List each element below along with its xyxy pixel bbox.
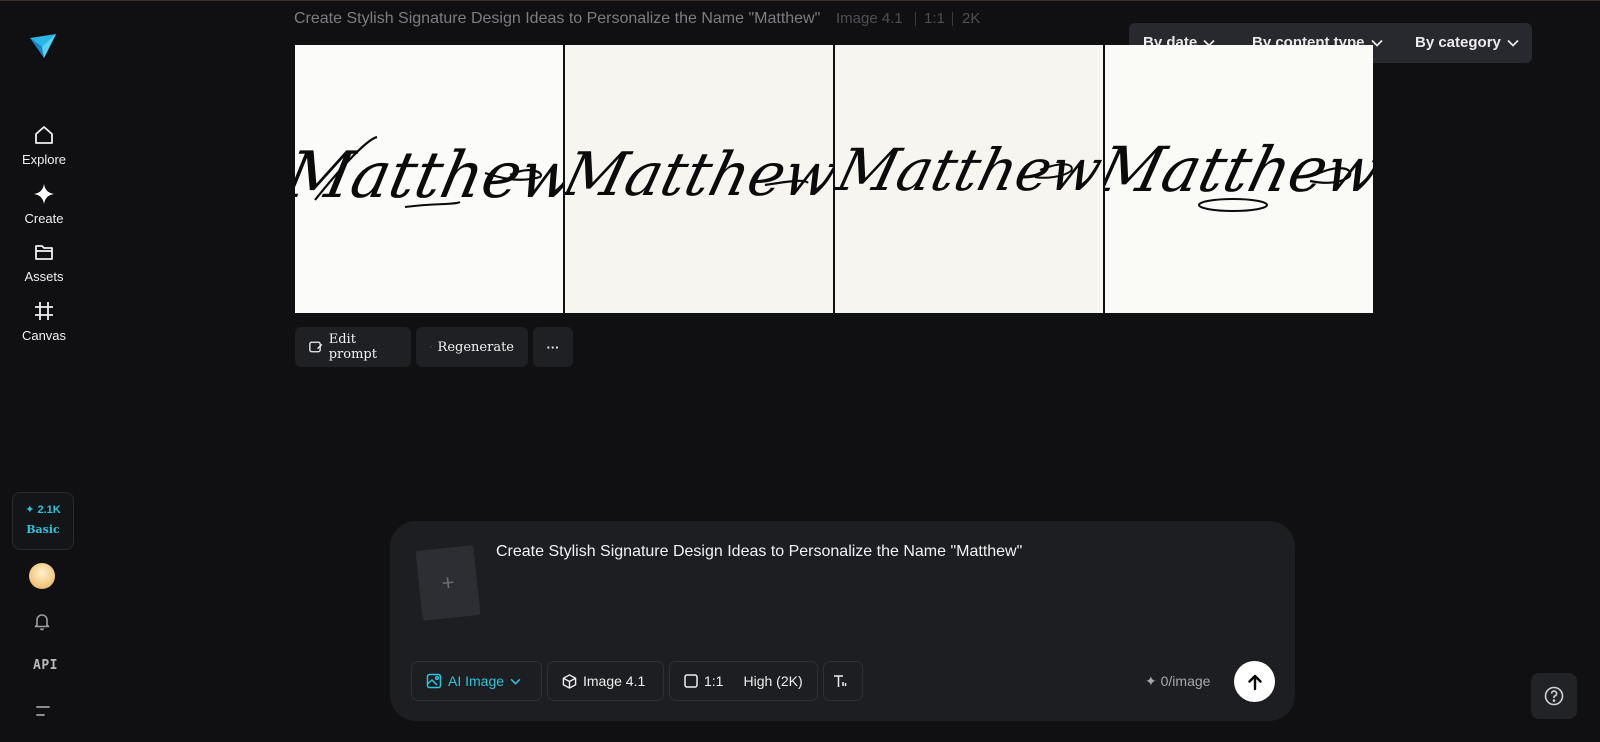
app-logo[interactable] — [28, 30, 58, 60]
frame-icon — [35, 302, 53, 320]
sidebar-item-label: Explore — [21, 152, 67, 167]
generated-image-grid: Matthew Matthew Matthew Matthew — [295, 45, 1373, 314]
meta-divider — [952, 12, 953, 26]
sidebar-item-canvas[interactable]: Canvas — [12, 300, 76, 345]
sidebar-item-label: Canvas — [21, 328, 67, 343]
more-options-button[interactable]: ··· — [533, 327, 573, 367]
credits-badge[interactable]: ✦ 2.1K Basic — [12, 492, 74, 550]
text-style-button[interactable] — [823, 661, 863, 701]
model-label: Image 4.1 — [836, 10, 903, 27]
window-top-border — [0, 0, 1600, 1]
quality-label: High (2K) — [743, 673, 803, 689]
arrow-up-icon — [1247, 674, 1262, 690]
image-icon — [426, 673, 442, 689]
generated-image[interactable]: Matthew — [835, 45, 1103, 313]
api-link[interactable]: API — [33, 658, 58, 673]
mode-label: AI Image — [448, 673, 505, 689]
more-icon: ··· — [546, 339, 560, 355]
sidebar-item-explore[interactable]: Explore — [12, 124, 76, 169]
avatar[interactable] — [29, 563, 55, 589]
edit-icon — [309, 341, 323, 353]
filter-by-category[interactable]: By category — [1415, 34, 1519, 51]
model-selector[interactable]: Image 4.1 — [547, 661, 664, 701]
menu-icon[interactable] — [35, 704, 51, 723]
cost-per-image: ✦ 0/image — [1145, 673, 1211, 689]
generated-image[interactable]: Matthew — [1105, 45, 1373, 313]
credits-amount: ✦ 2.1K — [25, 504, 61, 516]
home-icon — [35, 126, 53, 144]
help-button[interactable] — [1531, 673, 1577, 719]
signature-text: Matthew — [565, 140, 833, 210]
model-label: Image 4.1 — [583, 673, 646, 689]
generated-image[interactable]: Matthew — [565, 45, 833, 313]
mode-selector[interactable]: AI Image — [411, 661, 542, 701]
signature-artwork: Matthew — [565, 140, 833, 210]
send-button[interactable] — [1234, 661, 1275, 702]
signature-artwork: Matthew — [1105, 134, 1373, 212]
ratio-label: 1:1 — [704, 673, 724, 689]
plus-icon: + — [440, 569, 456, 596]
signature-artwork: Matthew — [835, 136, 1103, 204]
sidebar-item-assets[interactable]: Assets — [12, 241, 76, 286]
sidebar: Explore Create Assets Canvas ✦ 2.1K Basi… — [0, 0, 86, 742]
generation-prompt-title: Create Stylish Signature Design Ideas to… — [294, 10, 821, 27]
help-icon — [1544, 686, 1564, 706]
regenerate-label: Regenerate — [437, 339, 514, 355]
bell-icon[interactable] — [32, 611, 52, 636]
ratio-label: 1:1 — [924, 10, 945, 27]
signature-artwork: Matthew — [295, 135, 563, 213]
cube-icon — [562, 673, 577, 689]
resolution-label: 2K — [962, 10, 981, 27]
prompt-input[interactable]: Create Stylish Signature Design Ideas to… — [496, 543, 1022, 561]
plan-label: Basic — [26, 523, 60, 536]
regenerate-button[interactable]: Regenerate — [416, 327, 528, 367]
chevron-down-icon — [510, 678, 521, 685]
folder-icon — [35, 245, 53, 260]
upload-reference-button[interactable]: + — [415, 545, 481, 621]
sidebar-item-create[interactable]: Create — [12, 183, 76, 228]
ratio-quality-selector[interactable]: 1:1 High (2K) — [669, 661, 818, 701]
generated-image[interactable]: Matthew — [295, 45, 563, 313]
edit-prompt-label: Edit prompt — [328, 332, 377, 362]
edit-prompt-button[interactable]: Edit prompt — [295, 327, 411, 367]
chevron-down-icon — [1507, 39, 1519, 47]
square-icon — [684, 674, 698, 688]
sparkle-icon — [34, 184, 54, 204]
sidebar-item-label: Create — [24, 211, 64, 226]
signature-text: Matthew — [835, 136, 1103, 204]
meta-divider — [915, 12, 916, 26]
sidebar-item-label: Assets — [24, 269, 64, 284]
refresh-icon — [430, 346, 432, 348]
filter-label: By category — [1415, 34, 1501, 51]
prompt-composer: + Create Stylish Signature Design Ideas … — [390, 521, 1295, 721]
text-style-icon — [834, 675, 847, 687]
